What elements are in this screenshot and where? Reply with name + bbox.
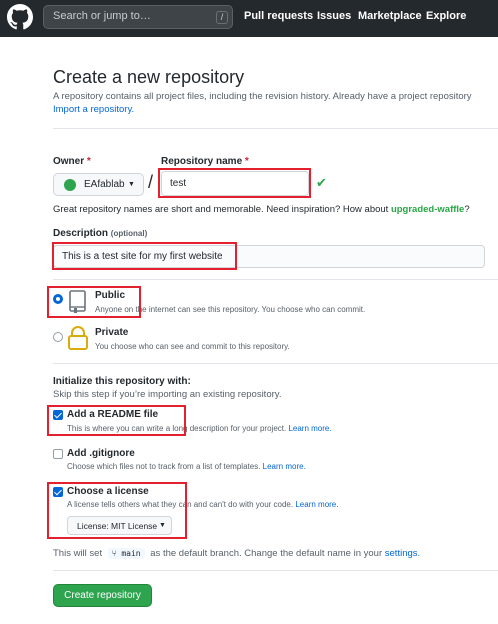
divider (53, 128, 498, 129)
repository-name-label: Repository name * (161, 156, 249, 167)
owner-repo-separator: / (148, 172, 154, 192)
check-icon: ✔ (316, 175, 327, 190)
branch-pill: ⑂ main (107, 548, 145, 559)
repository-name-hint: Great repository names are short and mem… (53, 204, 470, 215)
gitignore-description: Choose which files not to track from a l… (67, 462, 306, 471)
chevron-down-icon: ▼ (128, 181, 135, 188)
page-subtitle: A repository contains all project files,… (53, 91, 472, 102)
default-branch-note: This will set ⑂ main as the default bran… (53, 548, 421, 559)
annotation-box-license (47, 482, 187, 539)
gitignore-checkbox[interactable] (53, 449, 63, 459)
owner-avatar (64, 179, 76, 191)
annotation-box-repo-name (158, 168, 311, 198)
license-learn-more-link[interactable]: Learn more. (295, 500, 338, 509)
top-navigation-bar: Search or jump to… / Pull requests Issue… (0, 0, 498, 37)
private-option-title: Private (95, 327, 129, 338)
annotation-box-readme (47, 405, 186, 436)
initialize-title: Initialize this repository with: (53, 376, 191, 387)
lock-icon (68, 326, 88, 350)
search-placeholder: Search or jump to… (53, 10, 151, 22)
nav-explore[interactable]: Explore (426, 10, 466, 22)
nav-marketplace[interactable]: Marketplace (358, 10, 422, 22)
github-logo-icon[interactable] (7, 4, 33, 30)
git-branch-icon: ⑂ (111, 549, 122, 558)
initialize-subtitle: Skip this step if you’re importing an ex… (53, 389, 282, 400)
annotation-box-description (52, 242, 237, 270)
page-title: Create a new repository (53, 67, 245, 87)
gitignore-learn-more-link[interactable]: Learn more. (263, 462, 306, 471)
settings-link[interactable]: settings (385, 548, 418, 559)
search-box[interactable]: Search or jump to… / (43, 5, 233, 29)
divider (53, 363, 498, 364)
description-label: Description (optional) (53, 228, 148, 239)
name-suggestion-link[interactable]: upgraded-waffle (391, 204, 464, 215)
create-repository-button[interactable]: Create repository (53, 584, 152, 607)
owner-label: Owner * (53, 156, 91, 167)
annotation-box-public (47, 286, 141, 318)
private-option-description: You choose who can see and commit to thi… (95, 342, 290, 351)
private-radio[interactable] (53, 332, 63, 342)
divider (53, 570, 498, 571)
owner-dropdown[interactable]: EAfablab ▼ (53, 173, 144, 196)
divider (53, 279, 498, 280)
create-repository-label: Create repository (64, 590, 141, 601)
owner-name: EAfablab (84, 179, 125, 190)
nav-pull-requests[interactable]: Pull requests (244, 10, 313, 22)
nav-issues[interactable]: Issues (317, 10, 351, 22)
gitignore-title: Add .gitignore (67, 448, 135, 459)
import-repository-link[interactable]: Import a repository. (53, 104, 134, 115)
readme-learn-more-link[interactable]: Learn more. (288, 424, 331, 433)
keyboard-shortcut-hint: / (216, 11, 228, 24)
